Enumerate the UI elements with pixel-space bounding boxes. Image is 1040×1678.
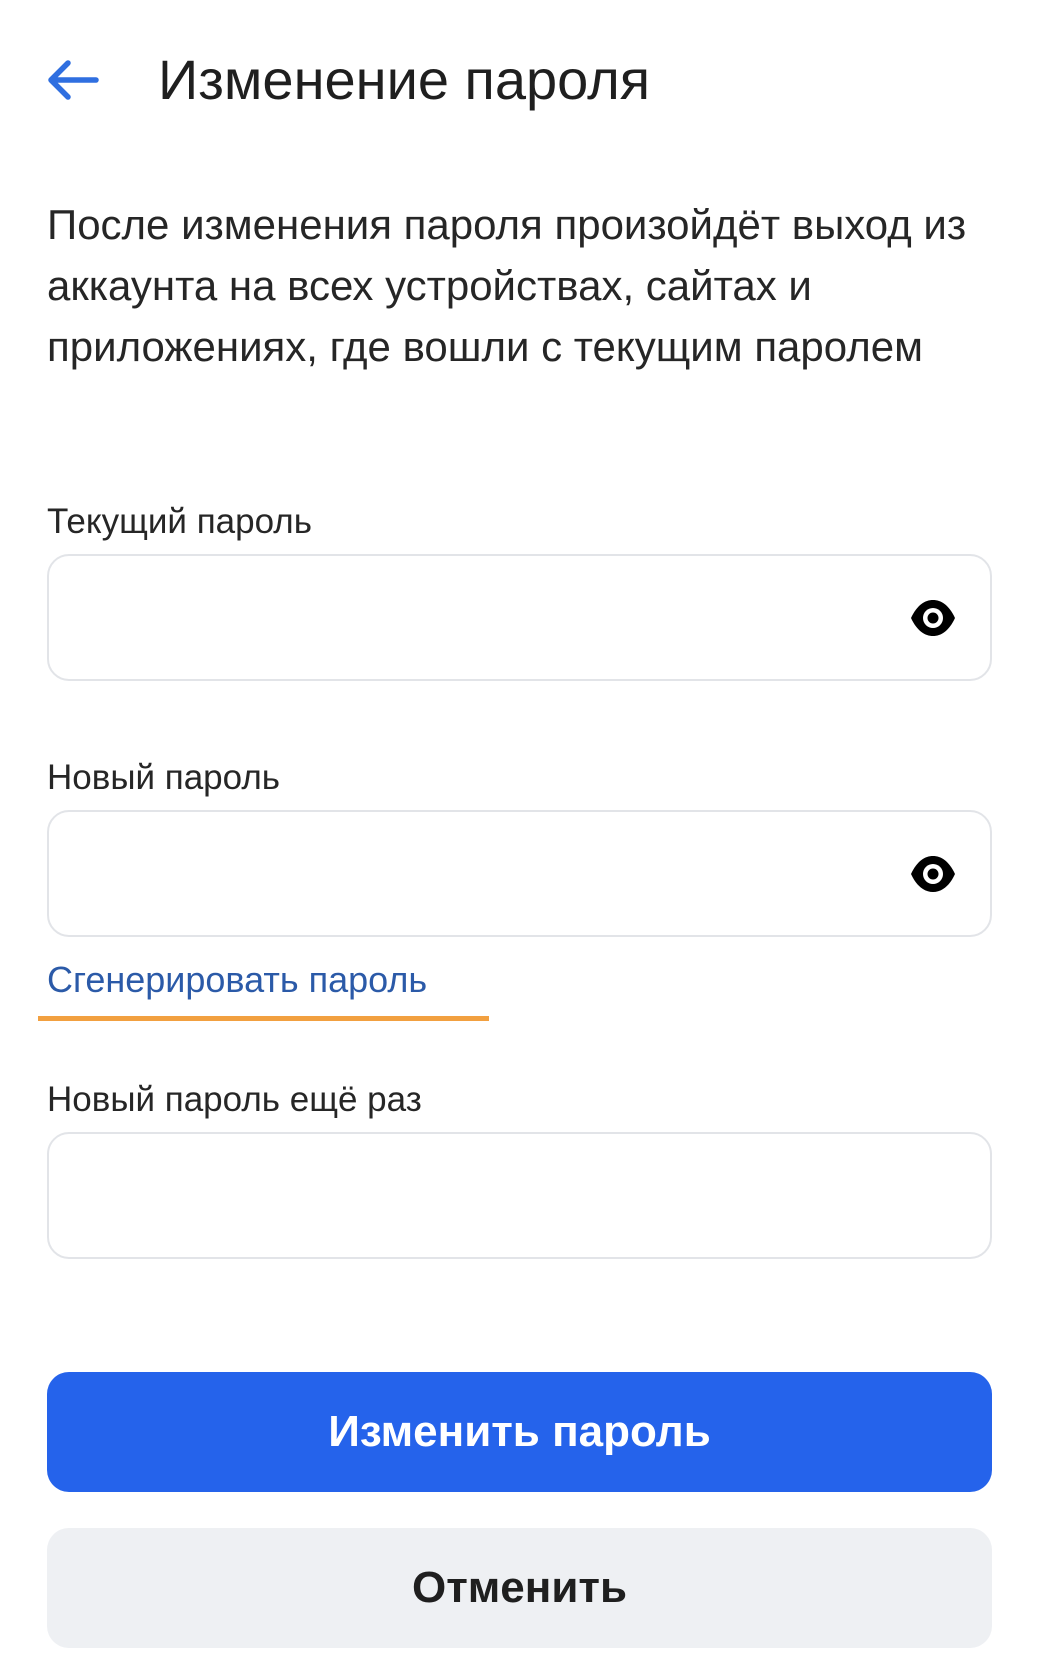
page-title: Изменение пароля — [158, 48, 651, 111]
generate-link-underline — [38, 1016, 489, 1021]
repeat-password-input[interactable] — [75, 1134, 895, 1257]
cancel-button-label: Отменить — [411, 1563, 627, 1612]
eye-icon — [911, 856, 955, 892]
arrow-left-icon — [48, 60, 99, 100]
eye-icon — [911, 600, 955, 636]
current-password-input[interactable] — [75, 556, 895, 679]
info-text: После изменения пароля произойдёт выход … — [47, 201, 967, 370]
new-password-input[interactable] — [75, 812, 895, 935]
show-new-password-button[interactable] — [908, 850, 958, 898]
new-password-label: Новый пароль — [47, 758, 281, 797]
back-button[interactable] — [40, 48, 104, 112]
new-password-field — [47, 810, 992, 937]
change-password-button[interactable]: Изменить пароль — [47, 1372, 992, 1492]
change-password-button-label: Изменить пароль — [328, 1407, 711, 1456]
show-current-password-button[interactable] — [908, 594, 958, 642]
cancel-button[interactable]: Отменить — [47, 1528, 992, 1648]
current-password-field — [47, 554, 992, 681]
header: Изменение пароля — [0, 40, 1040, 120]
current-password-label: Текущий пароль — [47, 502, 312, 541]
repeat-password-label: Новый пароль ещё раз — [47, 1080, 422, 1119]
repeat-password-field — [47, 1132, 992, 1259]
generate-password-link[interactable]: Сгенерировать пароль — [47, 958, 427, 1002]
